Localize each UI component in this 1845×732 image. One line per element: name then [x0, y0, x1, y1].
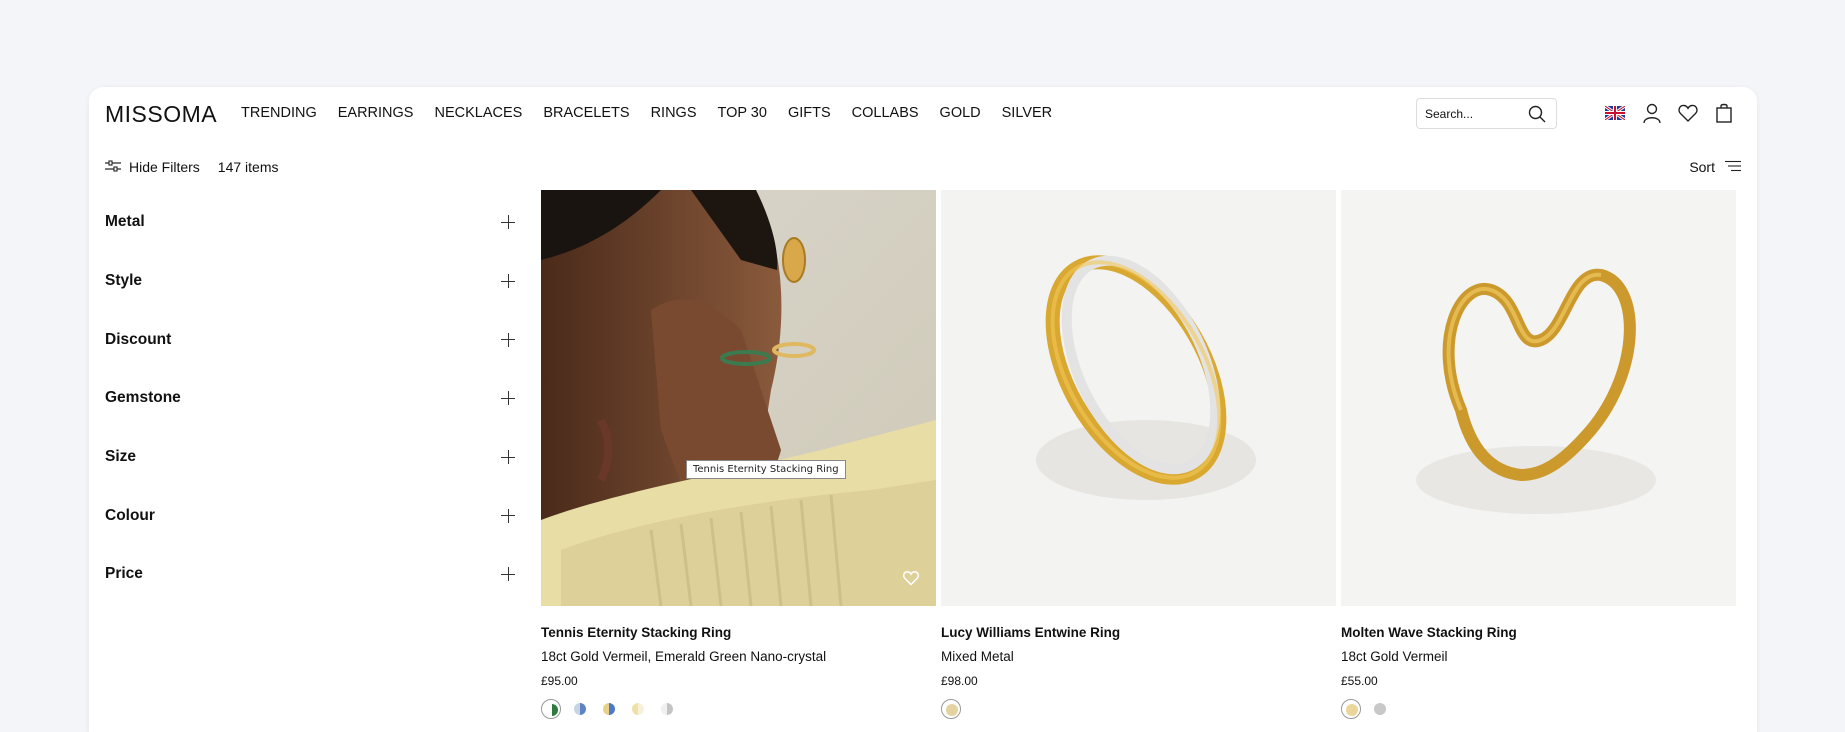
site-header: MISSOMA TRENDING EARRINGS NECKLACES BRAC… [89, 87, 1757, 139]
browser-page: MISSOMA TRENDING EARRINGS NECKLACES BRAC… [89, 87, 1757, 732]
filter-size[interactable]: Size [105, 428, 515, 487]
bag-icon[interactable] [1713, 102, 1735, 124]
nav-silver[interactable]: SILVER [1002, 105, 1053, 121]
sort-lines-icon[interactable] [1725, 159, 1741, 175]
nav-earrings[interactable]: EARRINGS [338, 105, 414, 121]
plus-icon[interactable] [501, 332, 515, 347]
colour-swatches [1341, 699, 1736, 719]
filter-price[interactable]: Price [105, 545, 515, 604]
product-description: Mixed Metal [941, 649, 1014, 664]
nav-gold[interactable]: GOLD [940, 105, 981, 121]
filter-colour[interactable]: Colour [105, 486, 515, 545]
filter-label: Size [105, 448, 137, 466]
filter-toolbar: Hide Filters 147 items [105, 159, 279, 175]
wishlist-heart-icon[interactable] [902, 569, 920, 592]
nav-trending[interactable]: TRENDING [241, 105, 317, 121]
account-icon[interactable] [1641, 102, 1663, 124]
filter-panel: Metal Style Discount Gemstone Size Colou… [105, 193, 515, 604]
swatch[interactable] [1370, 699, 1390, 719]
swatch[interactable] [628, 699, 648, 719]
swatch[interactable] [599, 699, 619, 719]
nav-rings[interactable]: RINGS [651, 105, 697, 121]
filter-label: Discount [105, 330, 172, 348]
plus-icon[interactable] [501, 508, 515, 523]
filter-label: Style [105, 272, 143, 290]
filter-discount[interactable]: Discount [105, 310, 515, 369]
filter-label: Colour [105, 506, 155, 524]
product-price: £98.00 [941, 674, 978, 688]
product-card[interactable]: Tennis Eternity Stacking Ring Tennis Ete… [541, 190, 936, 719]
product-card[interactable]: Lucy Williams Entwine Ring Mixed Metal £… [941, 190, 1336, 719]
colour-swatches [941, 699, 1336, 719]
nav-gifts[interactable]: GIFTS [788, 105, 831, 121]
product-image[interactable]: Tennis Eternity Stacking Ring [541, 190, 936, 606]
filter-gemstone[interactable]: Gemstone [105, 369, 515, 428]
search-box[interactable] [1416, 98, 1557, 129]
product-image[interactable] [1341, 190, 1736, 606]
swatch[interactable] [941, 699, 961, 719]
item-count: 147 items [217, 159, 279, 175]
plus-icon[interactable] [501, 450, 515, 465]
plus-icon[interactable] [501, 215, 515, 230]
nav-necklaces[interactable]: NECKLACES [434, 105, 522, 121]
nav-top-30[interactable]: TOP 30 [717, 105, 766, 121]
wishlist-heart-icon[interactable] [1677, 102, 1699, 124]
product-tooltip: Tennis Eternity Stacking Ring [686, 460, 846, 479]
colour-swatches [541, 699, 936, 719]
filter-label: Metal [105, 213, 145, 231]
swatch[interactable] [570, 699, 590, 719]
filter-label: Price [105, 565, 143, 583]
product-description: 18ct Gold Vermeil, Emerald Green Nano-cr… [541, 649, 827, 664]
product-image[interactable] [941, 190, 1336, 606]
product-price: £95.00 [541, 674, 578, 688]
search-input[interactable] [1425, 107, 1525, 121]
sort-control[interactable]: Sort [1689, 159, 1741, 175]
main-nav: TRENDING EARRINGS NECKLACES BRACELETS RI… [241, 105, 1073, 121]
filter-metal[interactable]: Metal [105, 193, 515, 252]
product-name[interactable]: Tennis Eternity Stacking Ring [541, 625, 936, 640]
sort-label[interactable]: Sort [1689, 159, 1715, 175]
plus-icon[interactable] [501, 274, 515, 289]
plus-icon[interactable] [501, 391, 515, 406]
product-card[interactable]: Molten Wave Stacking Ring 18ct Gold Verm… [1341, 190, 1736, 719]
product-description: 18ct Gold Vermeil [1341, 649, 1448, 664]
nav-bracelets[interactable]: BRACELETS [543, 105, 629, 121]
swatch[interactable] [657, 699, 677, 719]
uk-flag-icon[interactable] [1604, 102, 1627, 124]
brand-logo[interactable]: MISSOMA [105, 101, 217, 128]
product-name[interactable]: Lucy Williams Entwine Ring [941, 625, 1336, 640]
swatch[interactable] [1341, 699, 1361, 719]
filter-style[interactable]: Style [105, 252, 515, 311]
hide-filters-button[interactable]: Hide Filters [129, 159, 200, 175]
filter-sliders-icon[interactable] [105, 159, 121, 175]
swatch[interactable] [541, 699, 561, 719]
header-icons [1604, 102, 1735, 124]
plus-icon[interactable] [501, 567, 515, 582]
nav-collabs[interactable]: COLLABS [852, 105, 919, 121]
filter-label: Gemstone [105, 389, 181, 407]
search-icon[interactable] [1528, 105, 1546, 128]
product-price: £55.00 [1341, 674, 1378, 688]
product-name[interactable]: Molten Wave Stacking Ring [1341, 625, 1736, 640]
